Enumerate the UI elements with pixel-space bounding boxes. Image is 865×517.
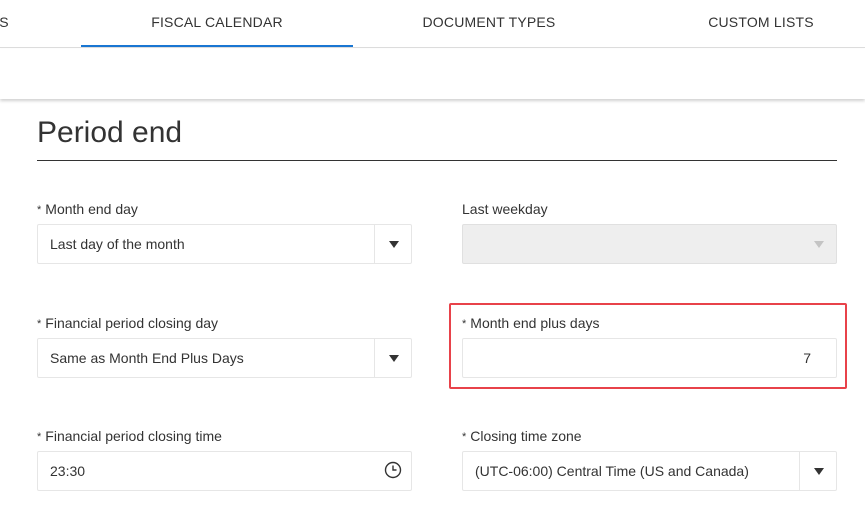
required-marker: * xyxy=(37,204,42,216)
month-end-day-label: * Month end day xyxy=(37,201,138,217)
chevron-down-icon[interactable] xyxy=(375,225,412,263)
required-marker: * xyxy=(37,431,42,443)
month-end-day-value: Last day of the month xyxy=(50,236,185,252)
highlight-box xyxy=(449,303,847,389)
chevron-down-icon[interactable] xyxy=(800,452,837,490)
active-tab-indicator xyxy=(81,45,353,47)
last-weekday-select xyxy=(462,224,837,264)
financial-period-closing-day-select[interactable]: Same as Month End Plus Days xyxy=(37,338,412,378)
tab-custom-lists[interactable]: CUSTOM LISTS xyxy=(625,0,865,48)
chevron-down-icon[interactable] xyxy=(375,339,412,377)
financial-period-closing-time-input[interactable]: 23:30 xyxy=(37,451,412,491)
tab-bar: S FISCAL CALENDAR DOCUMENT TYPES CUSTOM … xyxy=(0,0,865,48)
financial-period-closing-day-label: * Financial period closing day xyxy=(37,315,219,331)
chevron-down-icon xyxy=(800,225,837,263)
clock-icon[interactable] xyxy=(384,461,402,479)
financial-period-closing-time-label: * Financial period closing time xyxy=(37,428,222,444)
closing-time-zone-select[interactable]: (UTC-06:00) Central Time (US and Canada) xyxy=(462,451,837,491)
required-marker: * xyxy=(462,431,467,443)
tab-document-types[interactable]: DOCUMENT TYPES xyxy=(353,0,625,48)
last-weekday-label: Last weekday xyxy=(462,201,548,217)
month-end-day-select[interactable]: Last day of the month xyxy=(37,224,412,264)
required-marker: * xyxy=(37,318,42,330)
closing-time-zone-label: * Closing time zone xyxy=(462,428,582,444)
financial-period-closing-day-value: Same as Month End Plus Days xyxy=(50,350,244,366)
tab-fiscal-calendar[interactable]: FISCAL CALENDAR xyxy=(81,0,353,48)
sub-toolbar xyxy=(0,49,865,99)
closing-time-zone-value: (UTC-06:00) Central Time (US and Canada) xyxy=(475,463,749,479)
section-title: Period end xyxy=(37,116,183,149)
financial-period-closing-time-value: 23:30 xyxy=(50,463,86,479)
tab-partial[interactable]: S xyxy=(0,0,14,48)
section-divider xyxy=(37,160,837,161)
